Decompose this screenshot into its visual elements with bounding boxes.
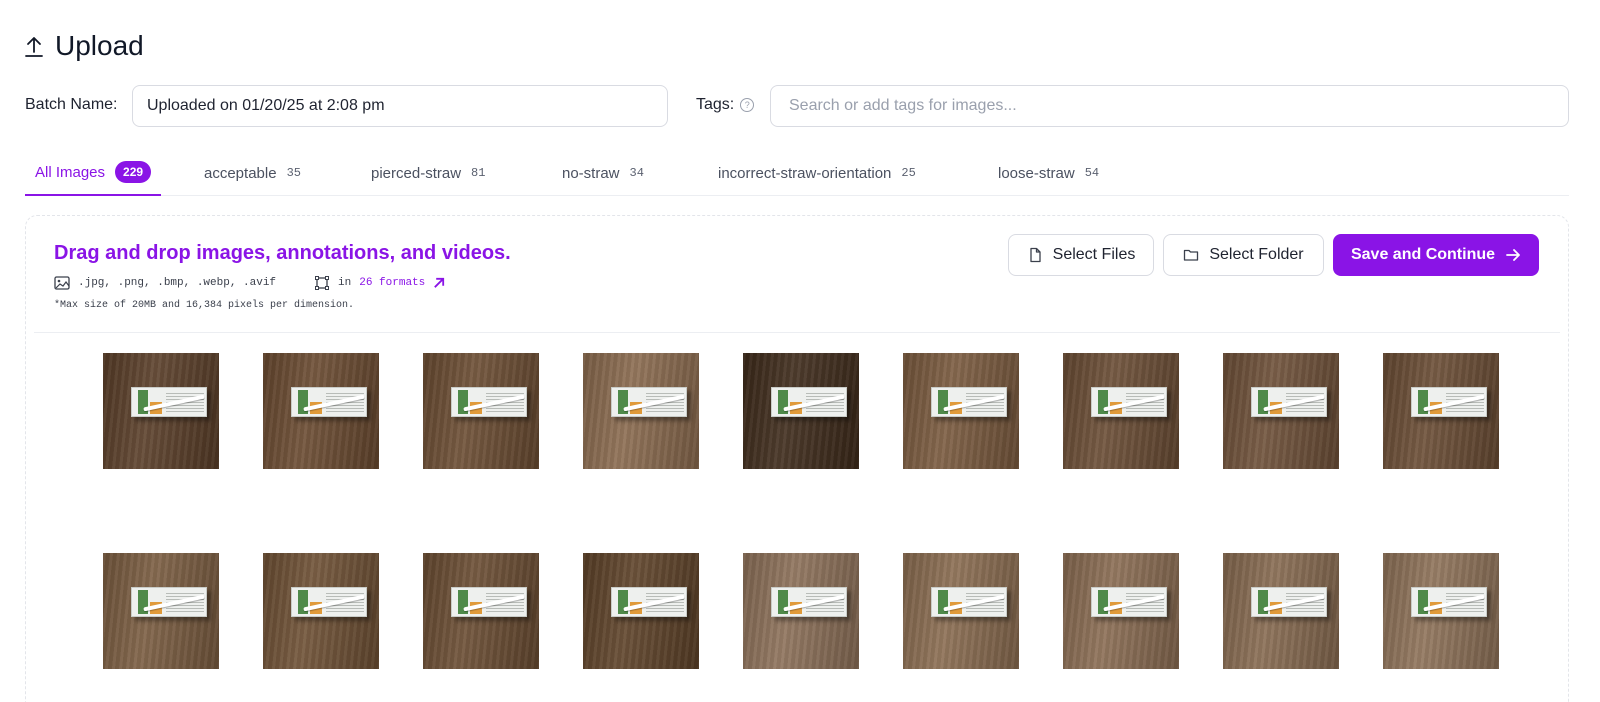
save-and-continue-label: Save and Continue [1350,246,1496,263]
tab-incorrect-straw-orientation[interactable]: incorrect-straw-orientation 25 [718,150,916,196]
folder-icon [1184,249,1199,261]
annotation-formats-text: 26 formats [359,277,426,289]
arrow-right-icon [1506,249,1520,261]
dropzone-divider [34,332,1560,333]
annotation-prefix: in [338,277,352,289]
select-folder-label: Select Folder [1209,246,1304,263]
image-formats-text: .jpg, .png, .bmp, .webp, .avif [78,277,277,289]
bounding-box-icon [315,276,330,290]
image-thumbnail[interactable] [1383,553,1499,669]
help-circle-icon[interactable]: ? [740,98,755,112]
image-thumbnail[interactable] [583,553,699,669]
external-link-icon [434,277,445,288]
tab-count: 25 [901,166,916,180]
image-thumbnail[interactable] [1223,353,1339,469]
file-icon [1029,247,1041,263]
image-thumbnail[interactable] [743,553,859,669]
tab-label: incorrect-straw-orientation [718,164,892,182]
image-thumbnail[interactable] [583,353,699,469]
image-thumbnail[interactable] [903,353,1019,469]
upload-icon [25,37,43,57]
tab-label: pierced-straw [371,164,462,182]
dropzone-title: Drag and drop images, annotations, and v… [54,242,511,264]
image-thumbnail[interactable] [1223,553,1339,669]
tags-label-group: Tags: ? [696,96,755,114]
tab-all-images[interactable]: All Images 229 [25,150,162,196]
page-title: Upload [55,30,144,61]
tab-count: 34 [629,166,644,180]
image-thumbnail[interactable] [103,553,219,669]
annotation-formats-link[interactable]: 26 formats [359,276,447,290]
tab-count-badge: 229 [115,161,152,183]
tab-label: loose-straw [998,164,1075,182]
image-icon [54,276,70,290]
image-thumbnail[interactable] [263,553,379,669]
tab-loose-straw[interactable]: loose-straw 54 [998,150,1099,196]
upload-dropzone[interactable]: Drag and drop images, annotations, and v… [25,215,1569,702]
tab-label: acceptable [204,164,277,182]
image-thumbnail[interactable] [743,353,859,469]
select-folder-button[interactable]: Select Folder [1163,234,1324,276]
image-thumbnail[interactable] [263,353,379,469]
tab-count: 54 [1084,166,1100,180]
tags-search-input[interactable] [770,85,1569,127]
tab-no-straw[interactable]: no-straw 34 [562,150,644,196]
image-thumbnail[interactable] [903,553,1019,669]
tab-count: 35 [286,166,301,180]
image-thumbnail[interactable] [423,353,539,469]
image-thumbnail[interactable] [1063,353,1179,469]
category-tabs: All Images 229 acceptable 35 pierced-str… [25,150,1569,196]
tab-pierced-straw[interactable]: pierced-straw 81 [371,150,485,196]
select-files-label: Select Files [1052,246,1136,263]
supported-formats: .jpg, .png, .bmp, .webp, .avif in 26 for… [54,276,447,290]
batch-name-label: Batch Name: [25,96,118,113]
image-thumbnail[interactable] [1063,553,1179,669]
image-thumbnail[interactable] [423,553,539,669]
tab-label: All Images [35,163,106,181]
tab-count: 81 [471,166,486,180]
select-files-button[interactable]: Select Files [1008,234,1154,276]
image-thumbnail[interactable] [1383,353,1499,469]
tab-acceptable[interactable]: acceptable 35 [204,150,301,196]
max-size-note: *Max size of 20MB and 16,384 pixels per … [54,300,355,311]
batch-name-input[interactable] [132,85,668,127]
tab-label: no-straw [562,164,620,182]
image-thumbnail[interactable] [103,353,219,469]
page-header: Upload [25,30,144,62]
save-and-continue-button[interactable]: Save and Continue [1333,234,1539,276]
tags-label: Tags: [696,96,735,113]
